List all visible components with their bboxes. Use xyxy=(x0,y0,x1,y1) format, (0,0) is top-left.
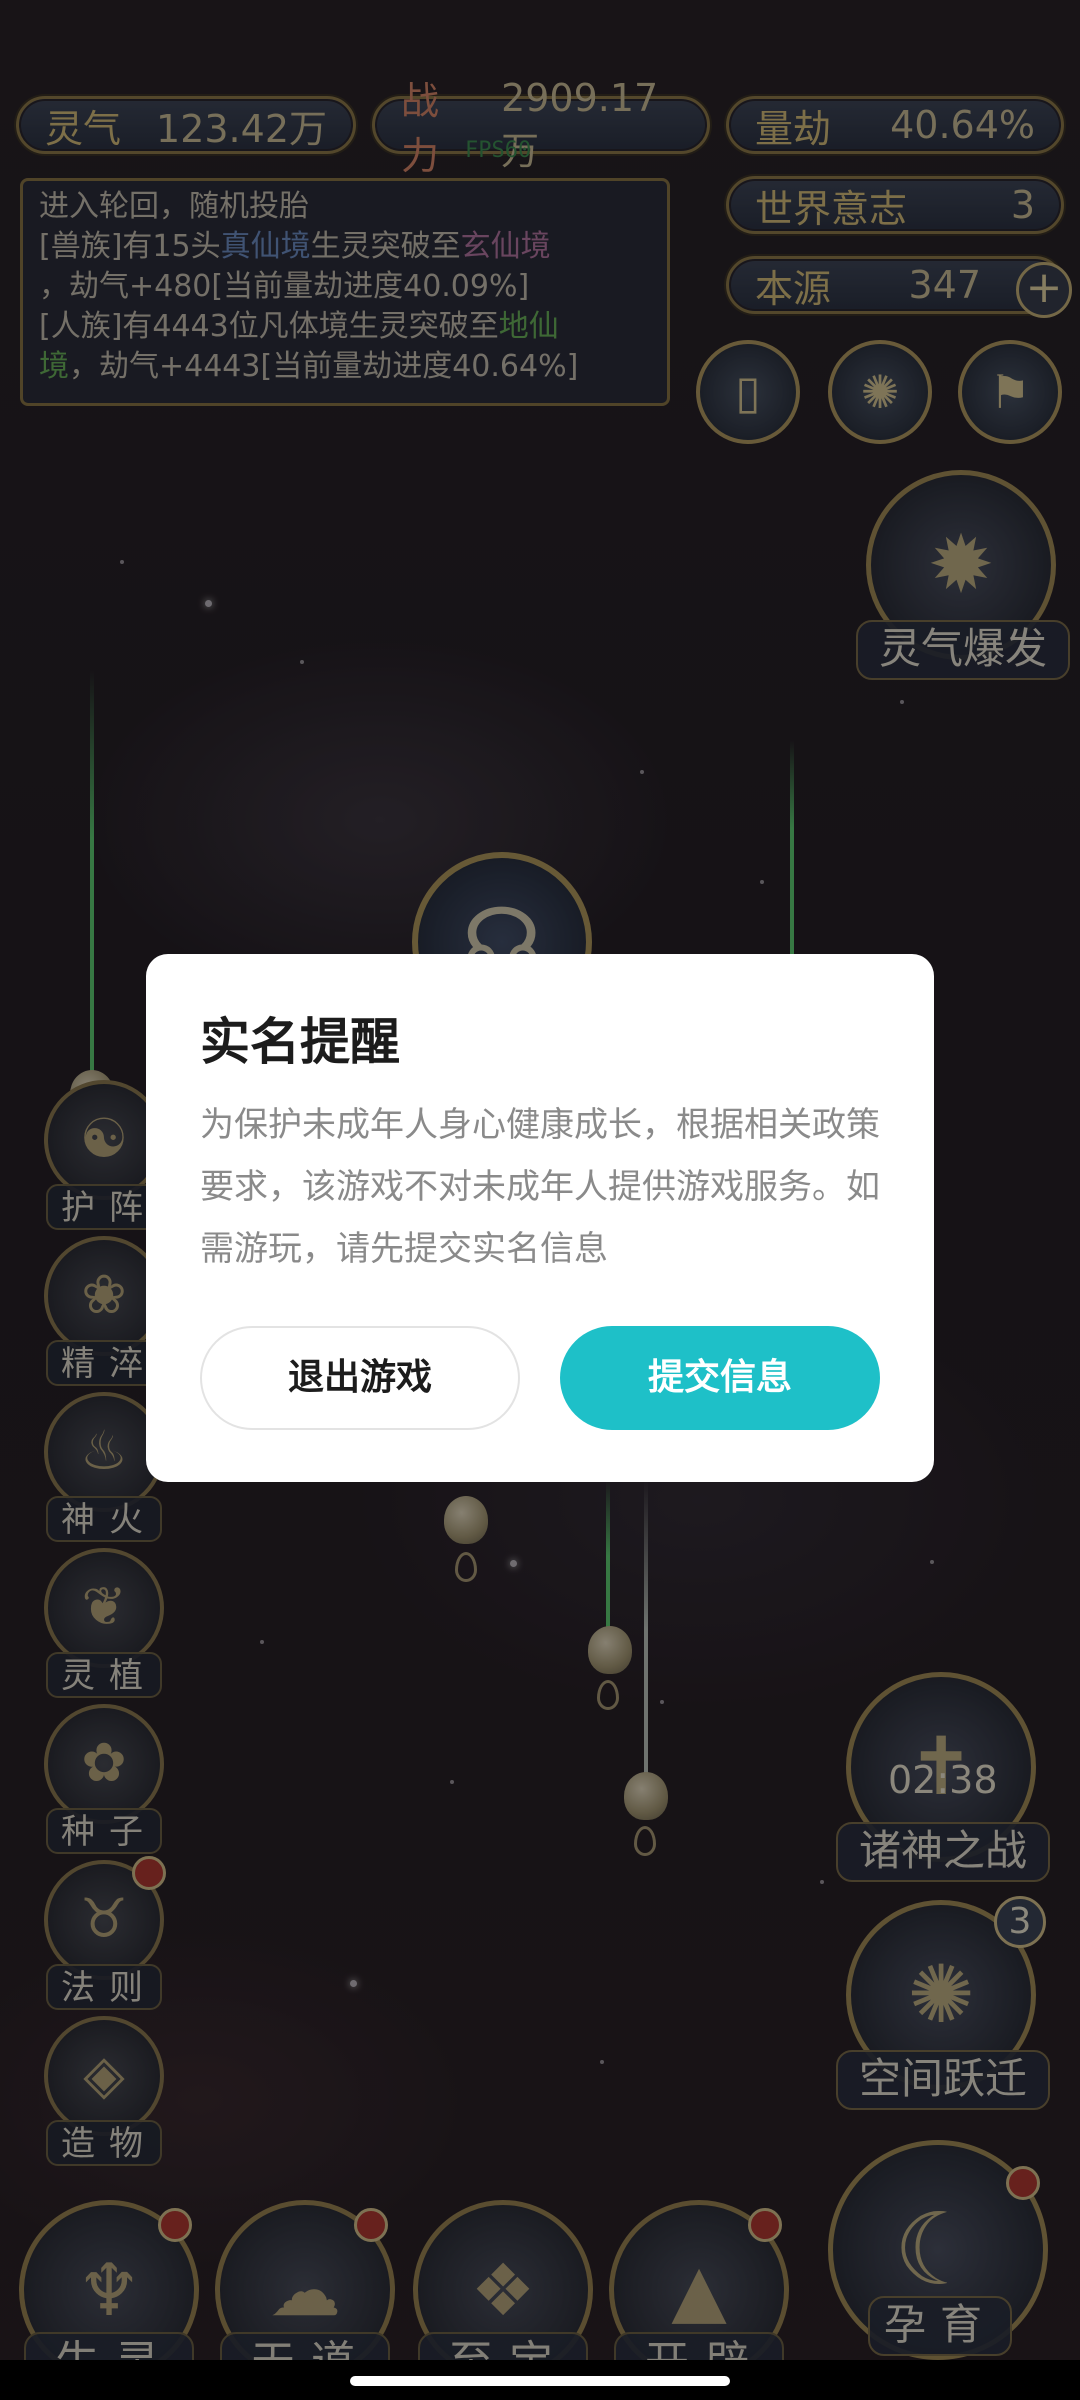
dialog-actions: 退出游戏 提交信息 xyxy=(200,1326,880,1430)
submit-info-button[interactable]: 提交信息 xyxy=(560,1326,880,1430)
real-name-dialog: 实名提醒 为保护未成年人身心健康成长，根据相关政策要求，该游戏不对未成年人提供游… xyxy=(146,954,934,1482)
dialog-message: 为保护未成年人身心健康成长，根据相关政策要求，该游戏不对未成年人提供游戏服务。如… xyxy=(200,1105,880,1269)
home-indicator[interactable] xyxy=(350,2376,730,2386)
dialog-title: 实名提醒 xyxy=(200,1013,400,1071)
exit-game-button[interactable]: 退出游戏 xyxy=(200,1326,520,1430)
